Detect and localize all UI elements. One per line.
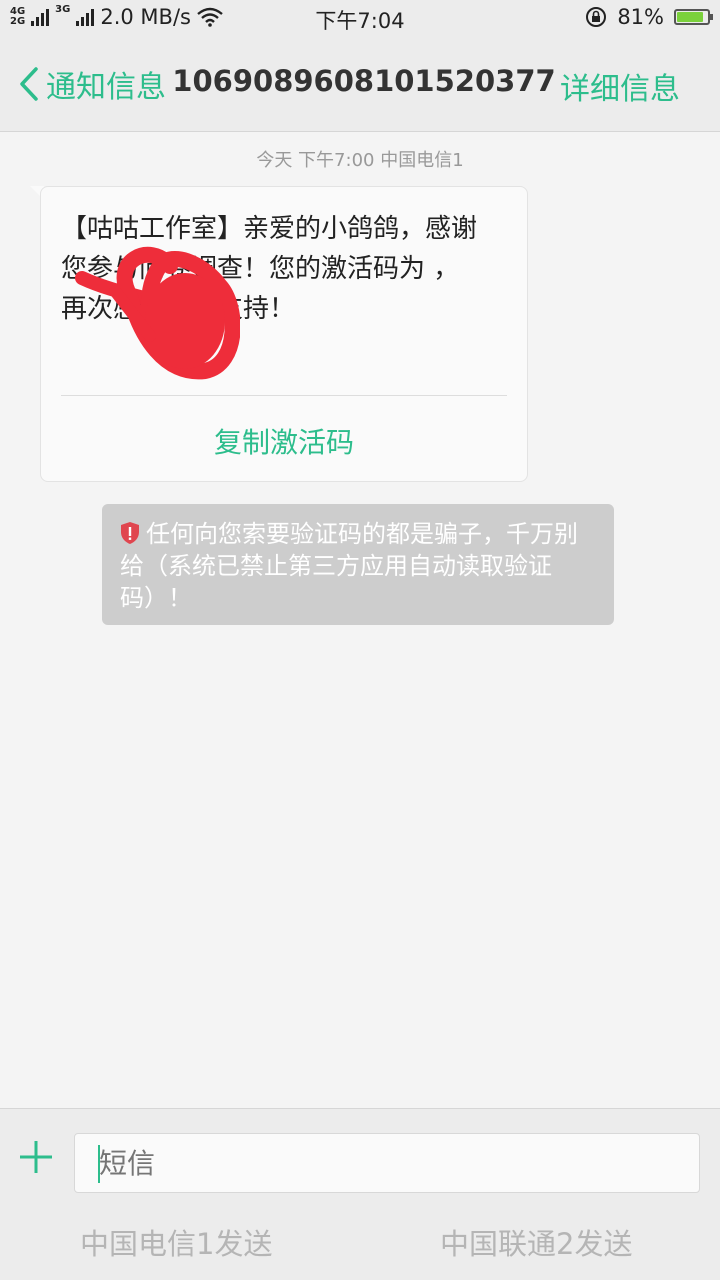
message-timestamp: 今天 下午7:00 中国电信1 xyxy=(256,150,464,171)
send-sim1-button[interactable]: 中国电信1发送 xyxy=(80,1221,272,1263)
text-cursor xyxy=(98,1145,100,1183)
rotation-lock-icon xyxy=(586,7,607,27)
redaction-scribble xyxy=(75,246,240,380)
compose-bar: 中国电信1发送 中国联通2发送 xyxy=(0,1108,720,1280)
fraud-warning: 任何向您索要验证码的都是骗子，千万别给（系统已禁止第三方应用自动读取验证码）！ xyxy=(102,504,614,625)
send-sim2-button[interactable]: 中国联通2发送 xyxy=(440,1221,632,1263)
status-right: 81% xyxy=(585,5,713,29)
status-bar: 4G 2G 3G 2.0 MB/s 下午7:04 81% xyxy=(0,0,720,36)
copy-activation-code-button[interactable]: 复制激活码 xyxy=(41,421,527,461)
battery-icon xyxy=(674,9,713,25)
shield-icon xyxy=(121,522,139,544)
detail-button[interactable]: 详细信息 xyxy=(560,64,680,108)
battery-percent: 81% xyxy=(617,5,664,29)
warning-text: 任何向您索要验证码的都是骗子，千万别给（系统已禁止第三方应用自动读取验证码）！ xyxy=(120,520,578,612)
sms-input[interactable] xyxy=(74,1133,700,1193)
bubble-divider xyxy=(61,395,507,396)
add-attachment-button[interactable] xyxy=(18,1139,54,1175)
conversation-header: 通知信息 1069089608101520377 详细信息 xyxy=(0,36,720,132)
